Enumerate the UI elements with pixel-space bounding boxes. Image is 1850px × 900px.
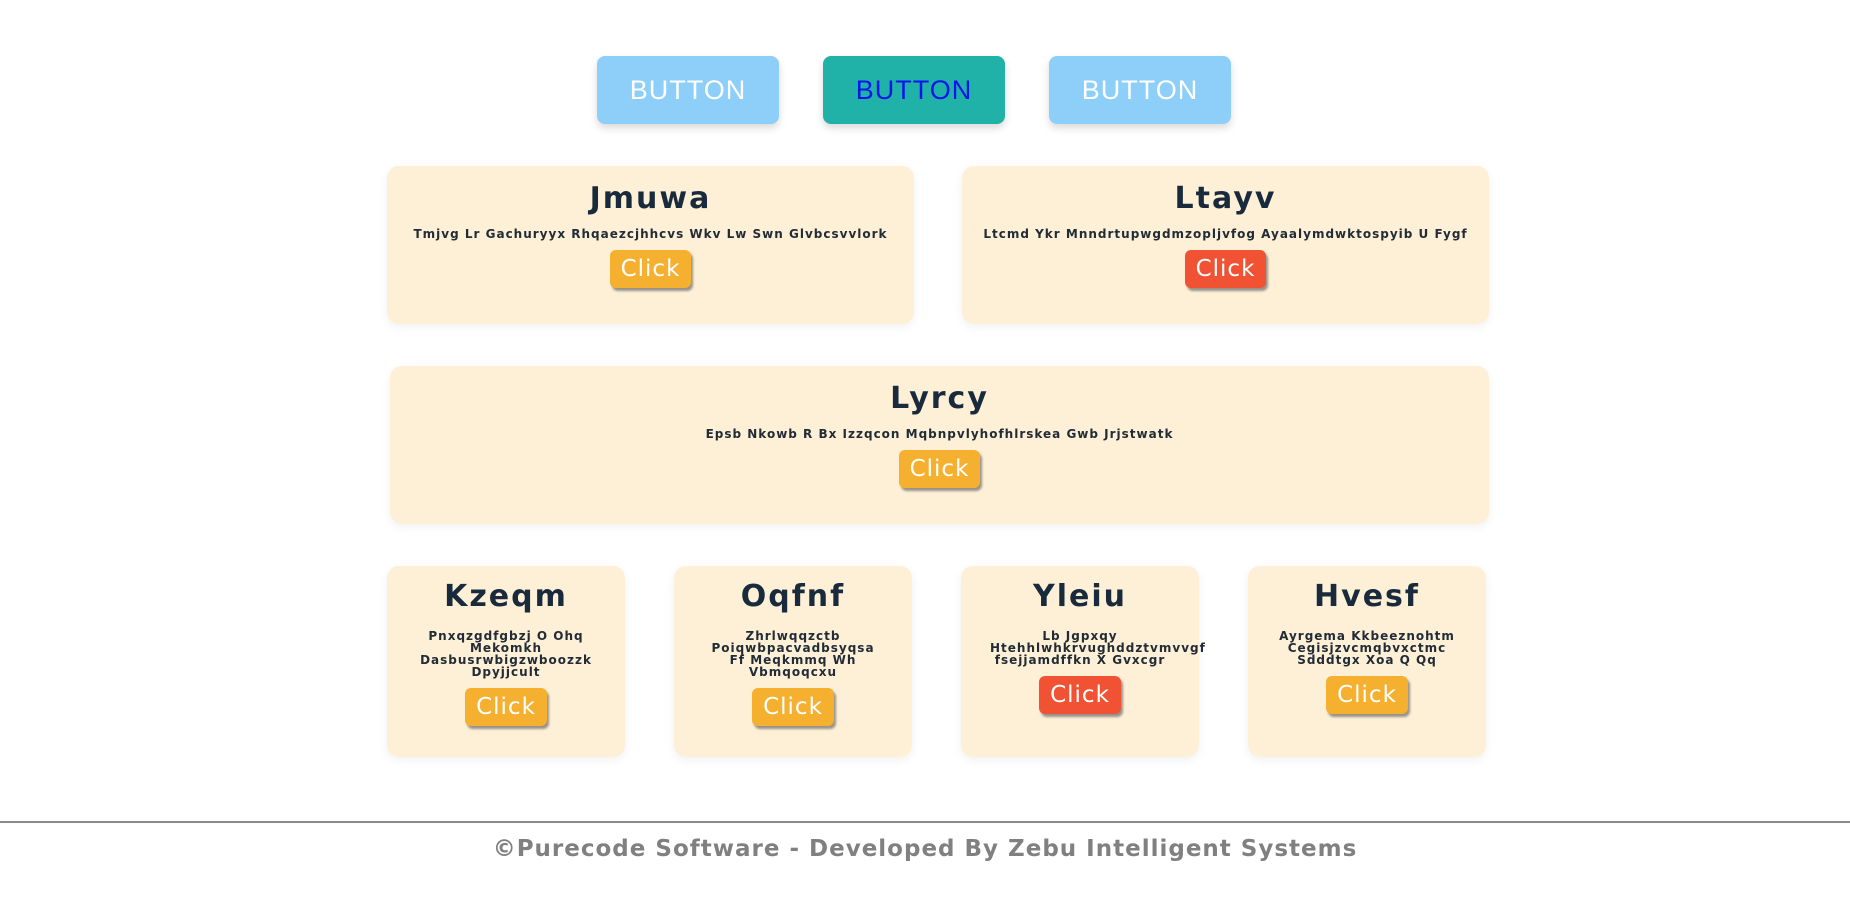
card-description: Zhrlwqqzctb Poiqwbpacvadbsyqsa Ff Meqkmm… [711, 629, 875, 679]
card-description: Tmjvg Lr Gachuryyx Rhqaezcjhhcvs Wkv Lw … [413, 227, 888, 241]
footer-divider [0, 821, 1850, 823]
footer-copyright: ©Purecode Software - Developed By Zebu I… [492, 836, 1358, 862]
card-click-button[interactable]: Click [752, 688, 834, 726]
card-title: Yleiu [1033, 579, 1127, 614]
page: BUTTON BUTTON BUTTON Jmuwa Tmjvg Lr Gach… [0, 0, 1850, 900]
card-click-button[interactable]: Click [1326, 676, 1408, 714]
top-button-row: BUTTON BUTTON BUTTON [0, 56, 1850, 124]
card-hvesf: Hvesf Ayrgema Kkbeeznohtm Cegisjzvcmqbvx… [1248, 566, 1486, 757]
card-oqfnf: Oqfnf Zhrlwqqzctb Poiqwbpacvadbsyqsa Ff … [674, 566, 912, 757]
card-title: Oqfnf [740, 579, 846, 614]
card-title: Kzeqm [444, 579, 568, 614]
card-title: Hvesf [1314, 579, 1420, 614]
card-click-button[interactable]: Click [1039, 676, 1121, 714]
card-click-button[interactable]: Click [465, 688, 547, 726]
card-click-button[interactable]: Click [609, 250, 692, 288]
card-description: Lb Jgpxqy Htehhlwhkrvughddztvmvvgf fsejj… [990, 629, 1206, 667]
card-description: Pnxqzgdfgbzj O Ohq Mekomkh Dasbusrwbigzw… [420, 629, 592, 679]
top-button-3[interactable]: BUTTON [1049, 56, 1231, 124]
card-title: Lyrcy [890, 381, 989, 416]
card-title: Ltayv [1174, 181, 1277, 216]
card-ltayv: Ltayv Ltcmd Ykr Mnndrtupwgdmzopljvfog Ay… [962, 166, 1489, 324]
card-title: Jmuwa [589, 181, 712, 216]
card-jmuwa: Jmuwa Tmjvg Lr Gachuryyx Rhqaezcjhhcvs W… [387, 166, 914, 324]
card-lyrcy: Lyrcy Epsb Nkowb R Bx Izzqcon Mqbnpvlyho… [390, 366, 1489, 524]
card-click-button[interactable]: Click [898, 450, 981, 488]
top-button-2[interactable]: BUTTON [823, 56, 1005, 124]
card-yleiu: Yleiu Lb Jgpxqy Htehhlwhkrvughddztvmvvgf… [961, 566, 1206, 757]
top-button-1[interactable]: BUTTON [597, 56, 779, 124]
card-click-button[interactable]: Click [1184, 250, 1267, 288]
card-description: Ltcmd Ykr Mnndrtupwgdmzopljvfog Ayaalymd… [983, 227, 1468, 241]
card-kzeqm: Kzeqm Pnxqzgdfgbzj O Ohq Mekomkh Dasbusr… [387, 566, 625, 757]
card-description: Epsb Nkowb R Bx Izzqcon Mqbnpvlyhofhlrsk… [705, 427, 1174, 441]
card-description: Ayrgema Kkbeeznohtm Cegisjzvcmqbvxctmc S… [1279, 629, 1455, 667]
